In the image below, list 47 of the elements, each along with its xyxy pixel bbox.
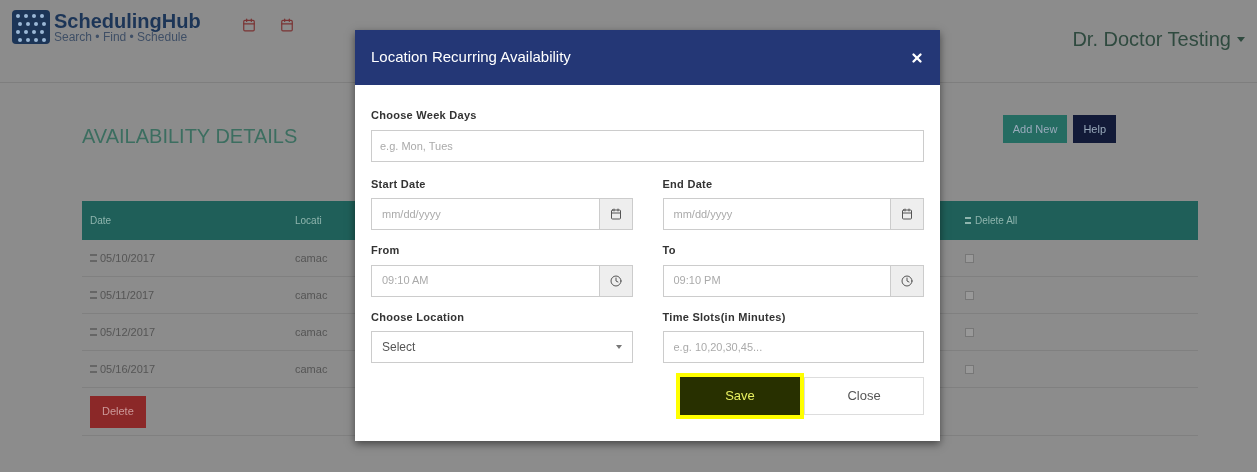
row-checkbox[interactable] — [965, 327, 974, 337]
clock-icon — [609, 274, 622, 287]
calendar-icon[interactable] — [279, 18, 294, 32]
weekdays-field[interactable]: e.g. Mon, Tues — [371, 129, 924, 162]
calendar-icon — [609, 208, 622, 220]
column-header: Delete All — [975, 214, 1018, 228]
field-label: Choose Week Days — [371, 108, 478, 123]
field-label: Start Date — [371, 176, 427, 192]
list-icon — [90, 365, 97, 373]
field-label: End Date — [662, 176, 714, 192]
list-icon — [965, 217, 971, 224]
input-field[interactable]: 09:10 AM — [371, 264, 600, 297]
brand-tagline: Search • Find • Schedule — [54, 31, 188, 43]
field-label: Time Slots(in Minutes) — [662, 309, 787, 325]
close-button[interactable]: Close — [804, 377, 924, 415]
input-field[interactable]: mm/dd/yyyy — [371, 198, 600, 230]
row-checkbox[interactable] — [965, 364, 974, 374]
calendar-icon[interactable] — [241, 18, 256, 32]
field-label: To — [662, 243, 677, 258]
field-label: Choose Location — [371, 309, 466, 325]
row-checkbox[interactable] — [965, 290, 974, 300]
list-icon — [90, 254, 97, 262]
clock-addon[interactable] — [891, 264, 924, 297]
help-button[interactable]: Help — [1073, 115, 1116, 143]
caret-icon — [1237, 36, 1245, 42]
input-field[interactable]: 09:10 PM — [662, 264, 891, 297]
column-header: Date — [90, 214, 113, 228]
row-checkbox[interactable] — [965, 253, 974, 263]
list-icon — [90, 328, 97, 336]
clock-addon[interactable] — [599, 264, 633, 297]
field-label: From — [371, 243, 401, 258]
clock-icon — [901, 274, 913, 287]
list-icon — [90, 291, 97, 299]
logo-icon — [12, 10, 50, 44]
column-header: Locati — [295, 214, 323, 228]
modal-title: Location Recurring Availability — [371, 47, 571, 68]
calendar-addon[interactable] — [891, 198, 924, 230]
delete-button[interactable]: Delete — [90, 395, 146, 428]
input-field[interactable]: e.g. 10,20,30,45... — [662, 331, 924, 363]
location-select[interactable]: Select — [371, 331, 633, 363]
close-icon[interactable] — [910, 50, 924, 65]
calendar-addon[interactable] — [599, 198, 633, 230]
input-field[interactable]: mm/dd/yyyy — [662, 198, 891, 230]
caret-icon — [615, 345, 622, 349]
calendar-icon — [901, 208, 913, 220]
page-title: AVAILABILITY DETAILS — [82, 124, 298, 149]
brand-name: SchedulingHub — [54, 11, 201, 31]
